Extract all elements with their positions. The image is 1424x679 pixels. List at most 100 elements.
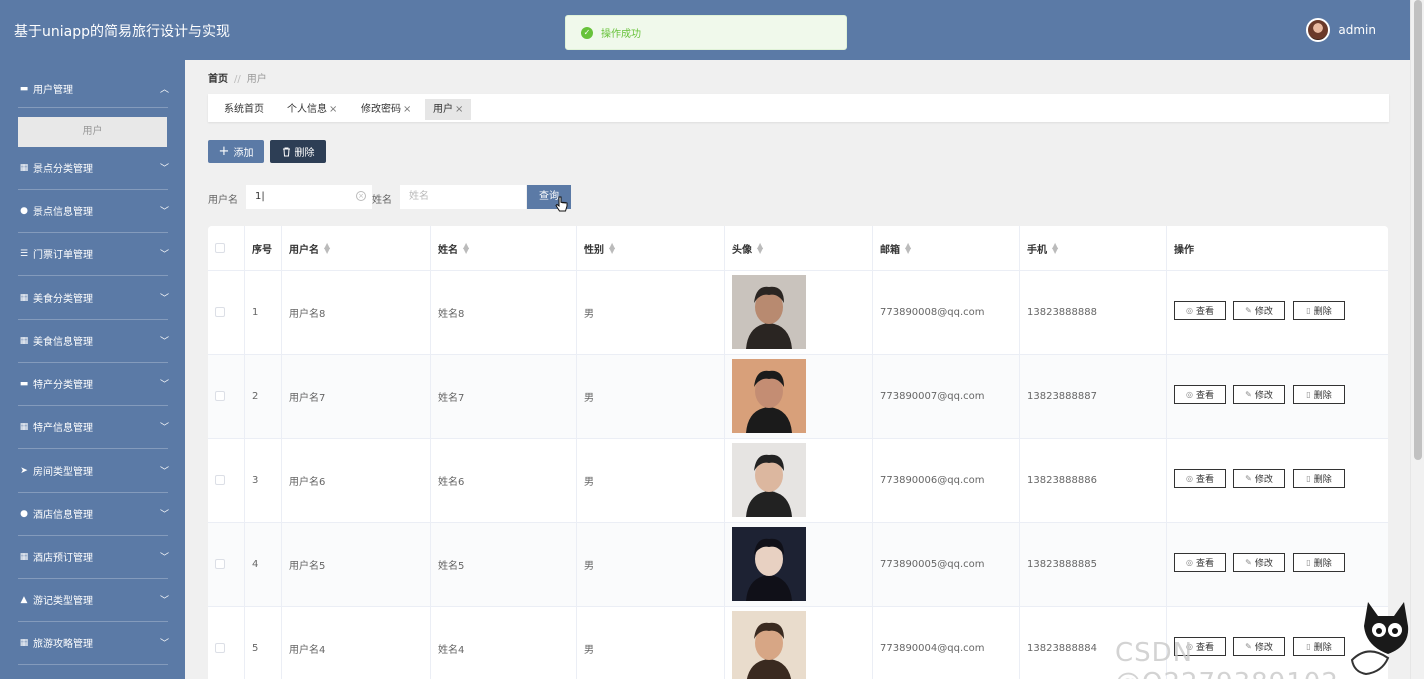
close-icon[interactable]: × — [455, 104, 463, 115]
sort-caret-icon[interactable]: ▲ ▼ — [905, 242, 911, 255]
location-icon: ● — [20, 205, 28, 216]
tab-0[interactable]: 系统首页 — [216, 99, 272, 120]
column-divider — [244, 226, 245, 679]
edit-button[interactable]: ✎ 修改 — [1233, 385, 1285, 404]
chart-icon: ▲ — [20, 594, 28, 605]
user-avatar-photo[interactable] — [732, 359, 806, 433]
column-header[interactable]: 手机 ▲ ▼ — [1027, 226, 1058, 270]
cell-avatar — [732, 522, 806, 606]
page-scrollbar[interactable] — [1410, 0, 1424, 679]
breadcrumb-separator: // — [234, 74, 241, 85]
sidebar-item-6[interactable]: ▬ 特产分类管理 ﹀ — [0, 362, 185, 405]
sidebar-item-5[interactable]: ▦ 美食信息管理 ﹀ — [0, 319, 185, 362]
view-button[interactable]: ◎ 查看 — [1174, 553, 1226, 572]
row-checkbox[interactable] — [215, 307, 225, 317]
user-avatar-photo[interactable] — [732, 443, 806, 517]
row-checkbox[interactable] — [215, 391, 225, 401]
row-checkbox[interactable] — [215, 559, 225, 569]
sidebar-item-7[interactable]: ▦ 特产信息管理 ﹀ — [0, 405, 185, 448]
cell-index: 4 — [252, 558, 259, 570]
column-header[interactable]: 邮箱 ▲ ▼ — [880, 226, 911, 270]
row-checkbox[interactable] — [215, 475, 225, 485]
tab-1[interactable]: 个人信息 × — [279, 99, 345, 120]
grid-icon: ▦ — [19, 637, 29, 648]
delete-button[interactable]: ▯ 删除 — [1293, 553, 1345, 572]
cell-gender: 男 — [584, 644, 594, 656]
username-label[interactable]: admin — [1338, 23, 1376, 37]
sidebar-item-4[interactable]: ▦ 美食分类管理 ﹀ — [0, 276, 185, 319]
user-menu[interactable]: admin — [1306, 18, 1376, 42]
batch-delete-button[interactable]: 删除 — [270, 140, 326, 163]
sidebar-item-label: 景点分类管理 — [33, 164, 93, 175]
column-header-label: 姓名 — [438, 244, 458, 256]
user-avatar-photo[interactable] — [732, 611, 806, 679]
user-avatar-photo[interactable] — [732, 275, 806, 349]
sort-caret-icon[interactable]: ▲ ▼ — [1052, 242, 1058, 255]
sidebar-item-label: 特产分类管理 — [33, 380, 93, 391]
column-divider — [281, 226, 282, 679]
edit-button[interactable]: ✎ 修改 — [1233, 301, 1285, 320]
user-avatar[interactable] — [1306, 18, 1331, 42]
delete-button[interactable]: ▯ 删除 — [1293, 301, 1345, 320]
breadcrumb-home[interactable]: 首页 — [208, 74, 228, 85]
sidebar-item-1[interactable]: ▦ 景点分类管理 ﹀ — [0, 146, 185, 189]
sidebar-item-label: 游记类型管理 — [33, 596, 93, 607]
add-button[interactable]: + 添加 — [208, 140, 264, 163]
grid-icon: ▦ — [19, 421, 29, 432]
sort-caret-icon[interactable]: ▲ ▼ — [757, 242, 763, 255]
cell-username: 用户名5 — [289, 560, 326, 572]
user-avatar-photo[interactable] — [732, 527, 806, 601]
sidebar-subitem-users[interactable]: 用户 — [18, 117, 167, 147]
sidebar-item-11[interactable]: ▲ 游记类型管理 ﹀ — [0, 578, 185, 621]
column-header[interactable]: 姓名 ▲ ▼ — [438, 226, 469, 270]
cell-gender: 男 — [584, 308, 594, 320]
sidebar-item-0[interactable]: ▬ 用户管理 ︿ — [0, 67, 185, 110]
tab-3[interactable]: 用户 × — [425, 99, 472, 120]
scrollbar-thumb[interactable] — [1414, 0, 1422, 460]
sidebar-item-2[interactable]: ● 景点信息管理 ﹀ — [0, 189, 185, 232]
edit-button[interactable]: ✎ 修改 — [1233, 553, 1285, 572]
row-select-cell — [215, 438, 225, 522]
row-checkbox[interactable] — [215, 643, 225, 653]
sidebar-item-10[interactable]: ▦ 酒店预订管理 ﹀ — [0, 535, 185, 578]
tab-2[interactable]: 修改密码 × — [353, 99, 419, 120]
view-button[interactable]: ◎ 查看 — [1174, 301, 1226, 320]
view-button[interactable]: ◎ 查看 — [1174, 469, 1226, 488]
delete-button[interactable]: ▯ 删除 — [1293, 385, 1345, 404]
tab-label: 修改密码 — [361, 104, 401, 115]
sort-caret-icon[interactable]: ▲ ▼ — [463, 242, 469, 255]
delete-button-label: 删除 — [1313, 475, 1332, 485]
edit-button[interactable]: ✎ 修改 — [1233, 469, 1285, 488]
column-header-label: 操作 — [1174, 244, 1194, 256]
view-button[interactable]: ◎ 查看 — [1174, 385, 1226, 404]
trash-icon: ▯ — [1306, 390, 1311, 399]
cell-username: 用户名8 — [289, 308, 326, 320]
sort-caret-icon[interactable]: ▲ ▼ — [609, 242, 615, 255]
delete-button[interactable]: ▯ 删除 — [1293, 469, 1345, 488]
sliders-icon: ☰ — [19, 248, 29, 259]
chevron-down-icon: ﹀ — [159, 510, 169, 520]
cell-name: 姓名6 — [438, 476, 465, 488]
sort-caret-icon[interactable]: ▲ ▼ — [324, 242, 330, 255]
name-search-input[interactable]: 姓名 — [400, 185, 526, 209]
sidebar-item-8[interactable]: ➤ 房间类型管理 ﹀ — [0, 449, 185, 492]
column-header[interactable]: 头像 ▲ ▼ — [732, 226, 763, 270]
close-icon[interactable]: × — [329, 104, 337, 115]
sidebar-item-9[interactable]: ● 酒店信息管理 ﹀ — [0, 492, 185, 535]
breadcrumb-current: 用户 — [246, 74, 267, 85]
sidebar-item-label: 门票订单管理 — [33, 250, 93, 261]
sidebar-item-12[interactable]: ▦ 旅游攻略管理 ﹀ — [0, 621, 185, 664]
cell-phone: 13823888887 — [1027, 390, 1097, 402]
grid-icon: ▦ — [19, 551, 29, 562]
clear-icon[interactable]: × — [356, 191, 366, 201]
sidebar-item-label: 酒店预订管理 — [33, 553, 93, 564]
sidebar-item-3[interactable]: ☰ 门票订单管理 ﹀ — [0, 232, 185, 275]
column-divider — [724, 226, 725, 679]
table-header — [208, 226, 1388, 270]
column-header[interactable]: 用户名 ▲ ▼ — [289, 226, 330, 270]
column-header[interactable]: 性别 ▲ ▼ — [584, 226, 615, 270]
column-header-label: 用户名 — [289, 244, 319, 256]
username-search-input[interactable]: 1| × — [246, 185, 372, 209]
close-icon[interactable]: × — [403, 104, 411, 115]
select-all-checkbox[interactable] — [215, 243, 225, 253]
